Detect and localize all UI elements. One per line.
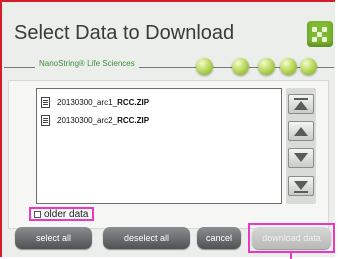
scroll-to-top-button[interactable]: [288, 94, 314, 114]
scroll-to-bottom-button[interactable]: [288, 176, 314, 196]
file-name-ext: RCC.ZIP: [117, 115, 150, 125]
deselect-all-button[interactable]: deselect all: [103, 227, 190, 249]
chevron-up-icon: [294, 101, 308, 110]
older-data-label: older data: [44, 208, 89, 220]
cancel-button[interactable]: cancel: [197, 227, 241, 249]
list-item[interactable]: 20130300_arc2_ RCC.ZIP: [41, 113, 149, 127]
scroll-down-icon: [294, 153, 308, 162]
download-data-button[interactable]: download data: [252, 227, 331, 249]
scroll-up-icon: [294, 127, 308, 136]
green-dot-icon: [232, 58, 249, 75]
file-icon: [41, 114, 50, 126]
file-name-ext: RCC.ZIP: [117, 97, 150, 107]
file-icon: [41, 96, 50, 108]
older-data-option[interactable]: older data: [29, 207, 94, 221]
scroll-up-button[interactable]: [288, 121, 314, 141]
brand-label: NanoString® Life Sciences: [35, 59, 139, 68]
file-name-prefix: 20130300_arc2_: [57, 115, 118, 125]
scroll-to-top-icon: [294, 98, 308, 100]
chevron-down-icon: [294, 191, 308, 193]
nanostring-logo-icon[interactable]: [307, 21, 333, 47]
green-dot-icon: [258, 58, 275, 75]
list-item[interactable]: 20130300_arc1_ RCC.ZIP: [41, 95, 149, 109]
file-list[interactable]: 20130300_arc1_ RCC.ZIP 20130300_arc2_ RCC.…: [36, 88, 282, 204]
file-name-prefix: 20130300_arc1_: [57, 97, 118, 107]
scroll-to-bottom-icon: [294, 181, 308, 190]
green-dot-icon: [196, 58, 213, 75]
highlight-pointer: [290, 252, 292, 259]
scroll-controls: [286, 88, 316, 204]
green-dot-icon: [280, 58, 297, 75]
scroll-down-button[interactable]: [288, 148, 314, 168]
older-data-checkbox[interactable]: [34, 210, 41, 218]
dialog-title: Select Data to Download: [14, 22, 235, 44]
select-all-button[interactable]: select all: [15, 227, 92, 249]
green-dot-icon: [300, 58, 317, 75]
